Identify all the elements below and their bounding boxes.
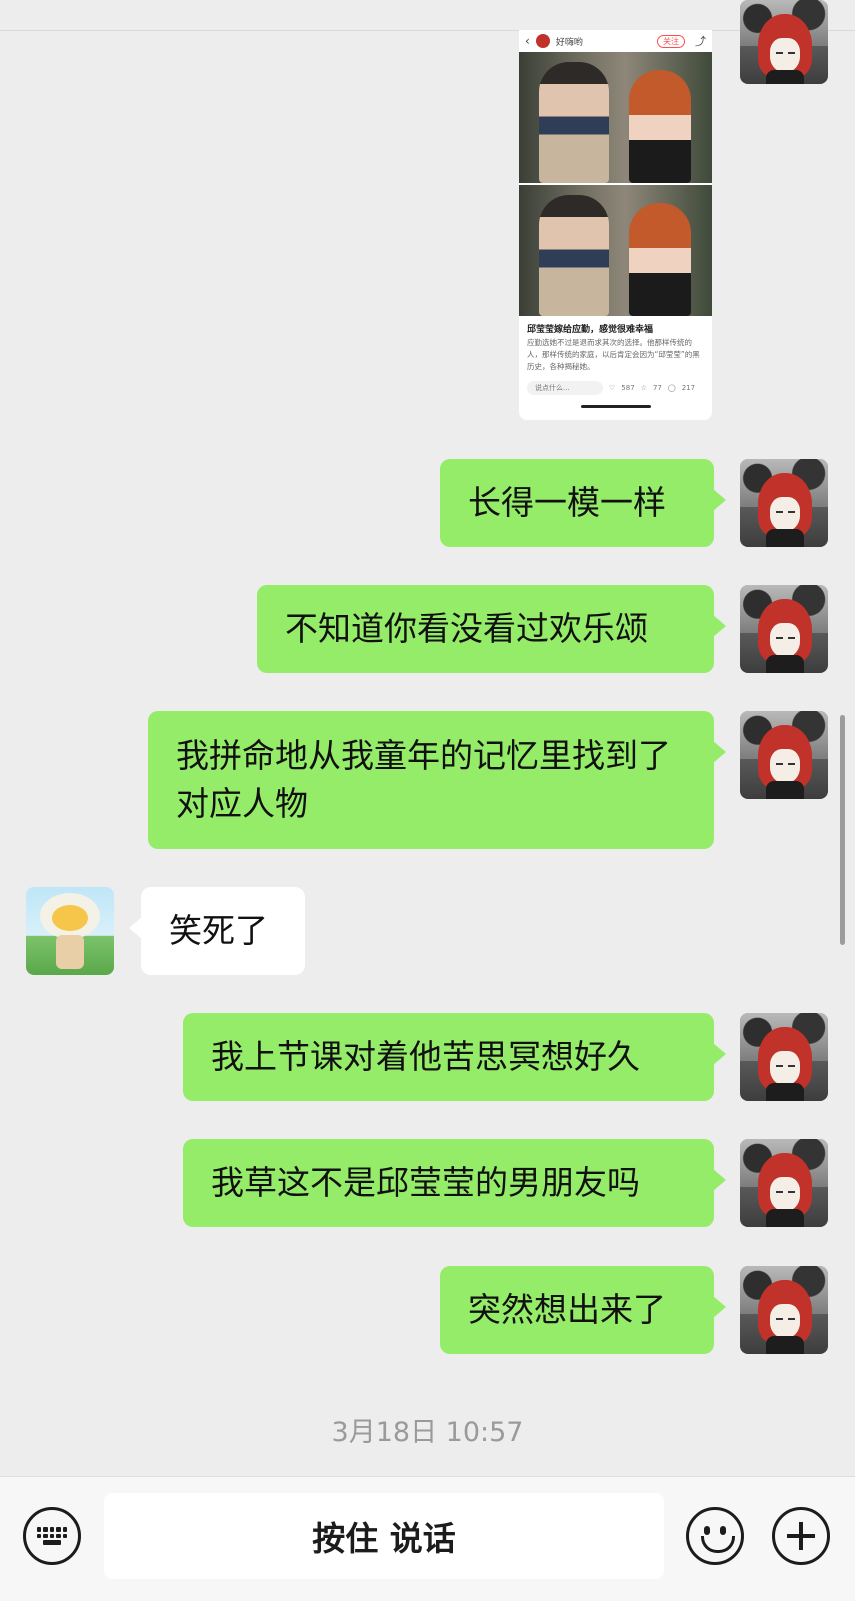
my-avatar[interactable] [740, 1013, 828, 1101]
card-comments: 217 [681, 384, 696, 392]
plus-icon [775, 1510, 827, 1562]
comment-icon: ◯ [667, 384, 676, 392]
top-divider [0, 30, 855, 31]
message-text: 突然想出来了 [468, 1290, 666, 1329]
keyboard-icon [37, 1527, 67, 1545]
input-bar: 按住 说话 [0, 1476, 855, 1601]
card-title: 邱莹莹嫁给应勤，感觉很难幸福 [527, 325, 654, 335]
keyboard-toggle-button[interactable] [23, 1507, 81, 1565]
message-timestamp: 3月18日 10:57 [331, 1417, 524, 1448]
message-bubble-sent[interactable]: 我拼命地从我童年的记忆里找到了对应人物 [148, 711, 726, 849]
emoji-icon [689, 1510, 741, 1562]
message-text: 我草这不是邱莹莹的男朋友吗 [211, 1163, 640, 1202]
my-avatar[interactable] [740, 459, 828, 547]
message-bubble-sent[interactable]: 我上节课对着他苦思冥想好久 [183, 1013, 726, 1101]
heart-icon: ♡ [609, 384, 616, 392]
emoji-button[interactable] [686, 1507, 744, 1565]
share-icon: ⤴ [695, 35, 706, 48]
author-avatar [535, 34, 550, 48]
message-bubble-sent[interactable]: 突然想出来了 [440, 1266, 726, 1354]
message-bubble-sent[interactable]: 不知道你看没看过欢乐颂 [257, 585, 726, 673]
my-avatar[interactable] [740, 1139, 828, 1227]
my-avatar[interactable] [740, 1266, 828, 1354]
card-photo-2 [519, 185, 712, 316]
my-avatar[interactable] [740, 711, 828, 799]
card-author: 好嗨哟 [555, 37, 583, 48]
card-footer: 说点什么... ♡ 587 ☆ 77 ◯ 217 [519, 373, 712, 395]
message-bubble-sent[interactable]: 长得一模一样 [440, 459, 726, 547]
more-button[interactable] [772, 1507, 830, 1565]
card-likes: 587 [621, 384, 635, 392]
card-home-indicator [581, 405, 651, 408]
message-text: 不知道你看没看过欢乐颂 [285, 609, 648, 648]
shared-image-message[interactable]: ‹ 好嗨哟 关注 ⤴ 邱莹莹嫁给应勤，感觉很难幸福 应勤选她不过是退而求其次的选… [519, 30, 712, 420]
card-stars: 77 [652, 384, 662, 392]
message-bubble-sent[interactable]: 我草这不是邱莹莹的男朋友吗 [183, 1139, 726, 1227]
follow-badge: 关注 [657, 34, 685, 48]
message-text: 我拼命地从我童年的记忆里找到了对应人物 [176, 736, 671, 823]
card-text: 应勤选她不过是退而求其次的选择。他那样传统的人，那样传统的家庭，以后肯定会因为“… [527, 338, 700, 371]
my-avatar[interactable] [740, 585, 828, 673]
friend-avatar[interactable] [26, 887, 114, 975]
card-comment-box: 说点什么... [527, 381, 603, 395]
card-photo-1 [519, 52, 712, 183]
my-avatar[interactable] [740, 0, 828, 84]
message-bubble-received[interactable]: 笑死了 [129, 887, 305, 975]
card-header: ‹ 好嗨哟 关注 ⤴ [519, 30, 712, 52]
message-text: 我上节课对着他苦思冥想好久 [211, 1037, 640, 1076]
message-text: 长得一模一样 [468, 483, 666, 522]
star-icon: ☆ [640, 384, 647, 392]
hold-to-talk-button[interactable]: 按住 说话 [104, 1493, 664, 1579]
scrollbar[interactable] [840, 715, 845, 945]
message-text: 笑死了 [169, 911, 268, 950]
back-icon: ‹ [525, 34, 530, 48]
